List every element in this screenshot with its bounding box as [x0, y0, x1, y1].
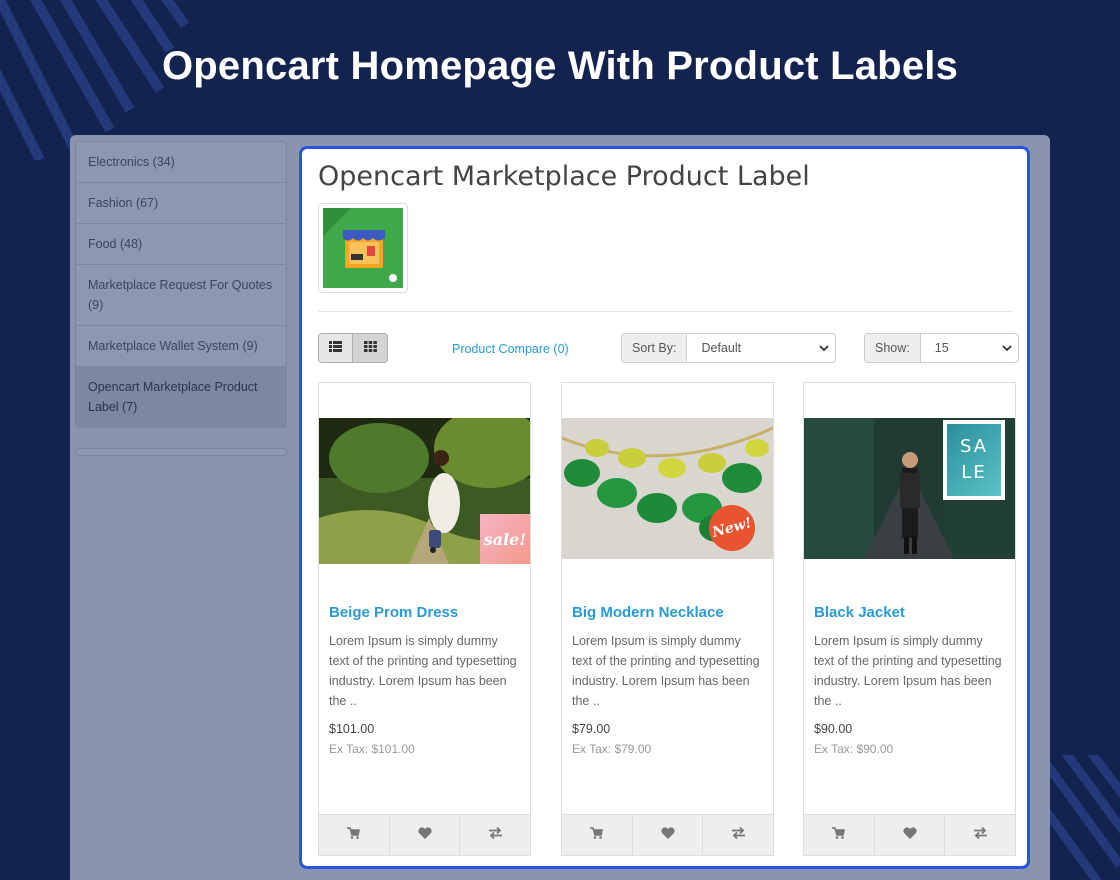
product-card: New! Big Modern Necklace Lorem Ipsum is …	[561, 382, 774, 856]
product-name[interactable]: Big Modern Necklace	[572, 604, 724, 621]
add-to-cart-button[interactable]	[562, 815, 633, 855]
compare-icon	[973, 826, 988, 844]
product-compare-link[interactable]: Product Compare (0)	[452, 342, 569, 356]
list-view-button[interactable]	[318, 333, 353, 363]
main-content: Opencart Marketplace Product Label Produ…	[299, 146, 1030, 869]
compare-button[interactable]	[703, 815, 773, 855]
compare-button[interactable]	[460, 815, 530, 855]
sale-label-badge: SALE	[943, 420, 1005, 500]
page-title: Opencart Marketplace Product Label	[318, 161, 810, 192]
show-label: Show:	[864, 333, 921, 363]
product-price: $101.00	[329, 722, 375, 736]
grid-view-button[interactable]	[353, 333, 388, 363]
sidebar-item-wallet-system[interactable]: Marketplace Wallet System (9)	[76, 326, 286, 367]
sale-badge-text: sale!	[483, 529, 527, 549]
product-name[interactable]: Beige Prom Dress	[329, 604, 458, 621]
product-actions	[804, 814, 1015, 855]
heart-icon	[902, 826, 917, 844]
show-limit-value: 15	[934, 341, 949, 355]
product-description: Lorem Ipsum is simply dummy text of the …	[814, 634, 1002, 708]
decorative-stripes-bottom-right	[1040, 755, 1120, 880]
product-name[interactable]: Black Jacket	[814, 604, 905, 621]
sort-by-value: Default	[701, 341, 742, 355]
divider	[318, 311, 1013, 312]
category-list: Electronics (34) Fashion (67) Food (48) …	[75, 141, 287, 428]
product-price: $90.00	[814, 722, 853, 736]
product-image[interactable]: sale!	[319, 418, 530, 564]
cart-icon	[832, 826, 846, 844]
product-ex-tax: Ex Tax: $90.00	[814, 742, 894, 756]
sort-by-control: Sort By: Default	[621, 333, 837, 363]
sort-by-select[interactable]: Default	[687, 333, 837, 363]
show-limit-select[interactable]: 15	[920, 333, 1019, 363]
category-sidebar: Electronics (34) Fashion (67) Food (48) …	[75, 141, 287, 456]
add-to-wishlist-button[interactable]	[633, 815, 704, 855]
product-actions	[319, 814, 530, 855]
sidebar-secondary-box	[75, 448, 287, 456]
product-ex-tax: Ex Tax: $101.00	[329, 742, 415, 756]
product-image[interactable]: SALE	[804, 418, 1015, 559]
sidebar-item-food[interactable]: Food (48)	[76, 224, 286, 265]
add-to-wishlist-button[interactable]	[390, 815, 461, 855]
product-card: sale! Beige Prom Dress Lorem Ipsum is si…	[318, 382, 531, 856]
product-image[interactable]: New!	[562, 418, 773, 559]
chevron-down-icon	[819, 341, 830, 355]
compare-icon	[488, 826, 503, 844]
view-toggle	[318, 333, 388, 363]
grid-view-icon	[363, 339, 377, 357]
product-description: Lorem Ipsum is simply dummy text of the …	[329, 634, 517, 708]
product-price: $79.00	[572, 722, 611, 736]
marketplace-store-icon	[323, 208, 403, 288]
sidebar-item-product-label[interactable]: Opencart Marketplace Product Label (7)	[76, 367, 286, 427]
new-badge-text: New!	[710, 515, 754, 541]
product-description: Lorem Ipsum is simply dummy text of the …	[572, 634, 760, 708]
compare-icon	[731, 826, 746, 844]
add-to-wishlist-button[interactable]	[875, 815, 946, 855]
heart-icon	[417, 826, 432, 844]
show-limit-control: Show: 15	[864, 333, 1019, 363]
sidebar-item-electronics[interactable]: Electronics (34)	[76, 142, 286, 183]
product-card: SALE Black Jacket Lorem Ipsum is simply …	[803, 382, 1016, 856]
heart-icon	[660, 826, 675, 844]
product-actions	[562, 814, 773, 855]
sort-by-label: Sort By:	[621, 333, 688, 363]
product-ex-tax: Ex Tax: $79.00	[572, 742, 652, 756]
hero-title: Opencart Homepage With Product Labels	[161, 44, 959, 88]
cart-icon	[590, 826, 604, 844]
sidebar-item-fashion[interactable]: Fashion (67)	[76, 183, 286, 224]
cart-icon	[347, 826, 361, 844]
category-thumbnail	[318, 203, 408, 293]
add-to-cart-button[interactable]	[804, 815, 875, 855]
sale-label-badge: sale!	[480, 514, 530, 564]
add-to-cart-button[interactable]	[319, 815, 390, 855]
sidebar-item-request-for-quotes[interactable]: Marketplace Request For Quotes (9)	[76, 265, 286, 326]
compare-button[interactable]	[945, 815, 1015, 855]
chevron-down-icon	[1002, 341, 1012, 355]
sale-badge-text: SALE	[959, 436, 989, 483]
list-view-icon	[329, 339, 342, 357]
